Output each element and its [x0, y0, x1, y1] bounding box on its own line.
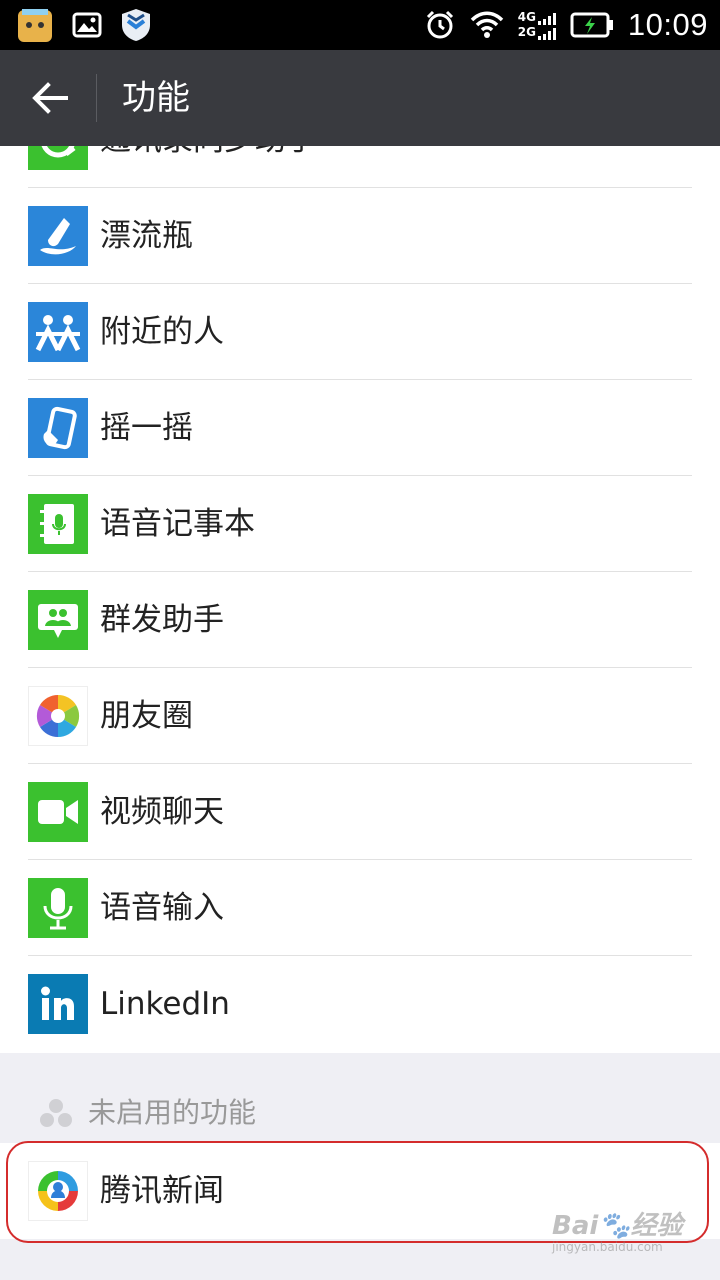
- voice-input-icon: [28, 878, 88, 938]
- feature-item-moments[interactable]: 朋友圈: [0, 668, 720, 764]
- feature-label: LinkedIn: [100, 986, 230, 1022]
- drift-bottle-icon: [28, 206, 88, 266]
- people-nearby-icon: [28, 302, 88, 362]
- page-title: 功能: [122, 78, 190, 118]
- feature-label: 腾讯新闻: [100, 1173, 224, 1209]
- action-bar-divider: [96, 74, 97, 122]
- feature-label: 附近的人: [100, 314, 224, 350]
- feature-label: 群发助手: [100, 602, 224, 638]
- linkedin-icon: [28, 974, 88, 1034]
- feature-label: 摇一摇: [100, 410, 193, 446]
- network-2g-label: 2G: [517, 25, 536, 39]
- disabled-features-icon: [40, 1099, 72, 1127]
- signal-2g-icon: [537, 28, 556, 40]
- watermark-brand: Bai: [552, 1211, 599, 1241]
- broadcast-icon: [28, 590, 88, 650]
- feature-item-shake[interactable]: 摇一摇: [0, 380, 720, 476]
- feature-label: 漂流瓶: [100, 218, 193, 254]
- app-notification-icon: [18, 9, 52, 42]
- tencent-news-icon: [28, 1161, 88, 1221]
- feature-label: 语音记事本: [100, 506, 255, 542]
- feature-item-drift-bottle[interactable]: 漂流瓶: [0, 188, 720, 284]
- back-arrow-icon[interactable]: [30, 78, 70, 118]
- wifi-icon: [470, 11, 503, 38]
- moments-icon: [28, 686, 88, 746]
- security-shield-icon: [122, 9, 150, 41]
- feature-label: 视频聊天: [100, 794, 224, 830]
- battery-icon: [570, 12, 613, 38]
- signal-4g-icon: [537, 13, 556, 25]
- voice-notepad-icon: [28, 494, 88, 554]
- feature-item-voice-input[interactable]: 语音输入: [0, 860, 720, 956]
- feature-label: 朋友圈: [100, 698, 193, 734]
- feature-item-broadcast[interactable]: 群发助手: [0, 572, 720, 668]
- feature-label: 语音输入: [100, 890, 224, 926]
- alarm-icon: [426, 10, 453, 39]
- shake-icon: [28, 398, 88, 458]
- watermark-suffix: 经验: [630, 1211, 683, 1241]
- watermark-paw-icon: 🐾: [598, 1211, 631, 1241]
- video-chat-icon: [28, 782, 88, 842]
- network-signal: 4G 2G: [518, 10, 556, 40]
- image-notification-icon: [72, 12, 102, 38]
- feature-item-people-nearby[interactable]: 附近的人: [0, 284, 720, 380]
- action-bar: 功能: [0, 50, 720, 146]
- feature-item-voice-notepad[interactable]: 语音记事本: [0, 476, 720, 572]
- feature-item-linkedin[interactable]: LinkedIn: [0, 956, 720, 1052]
- feature-item-video-chat[interactable]: 视频聊天: [0, 764, 720, 860]
- clock: 10:09: [627, 7, 708, 42]
- status-bar: 4G 2G 10:09: [0, 0, 720, 50]
- watermark: Bai🐾经验 jingyan.baidu.com: [552, 1205, 683, 1254]
- network-4g-label: 4G: [517, 10, 536, 24]
- watermark-url: jingyan.baidu.com: [552, 1240, 663, 1254]
- disabled-section-title: 未启用的功能: [88, 1096, 257, 1129]
